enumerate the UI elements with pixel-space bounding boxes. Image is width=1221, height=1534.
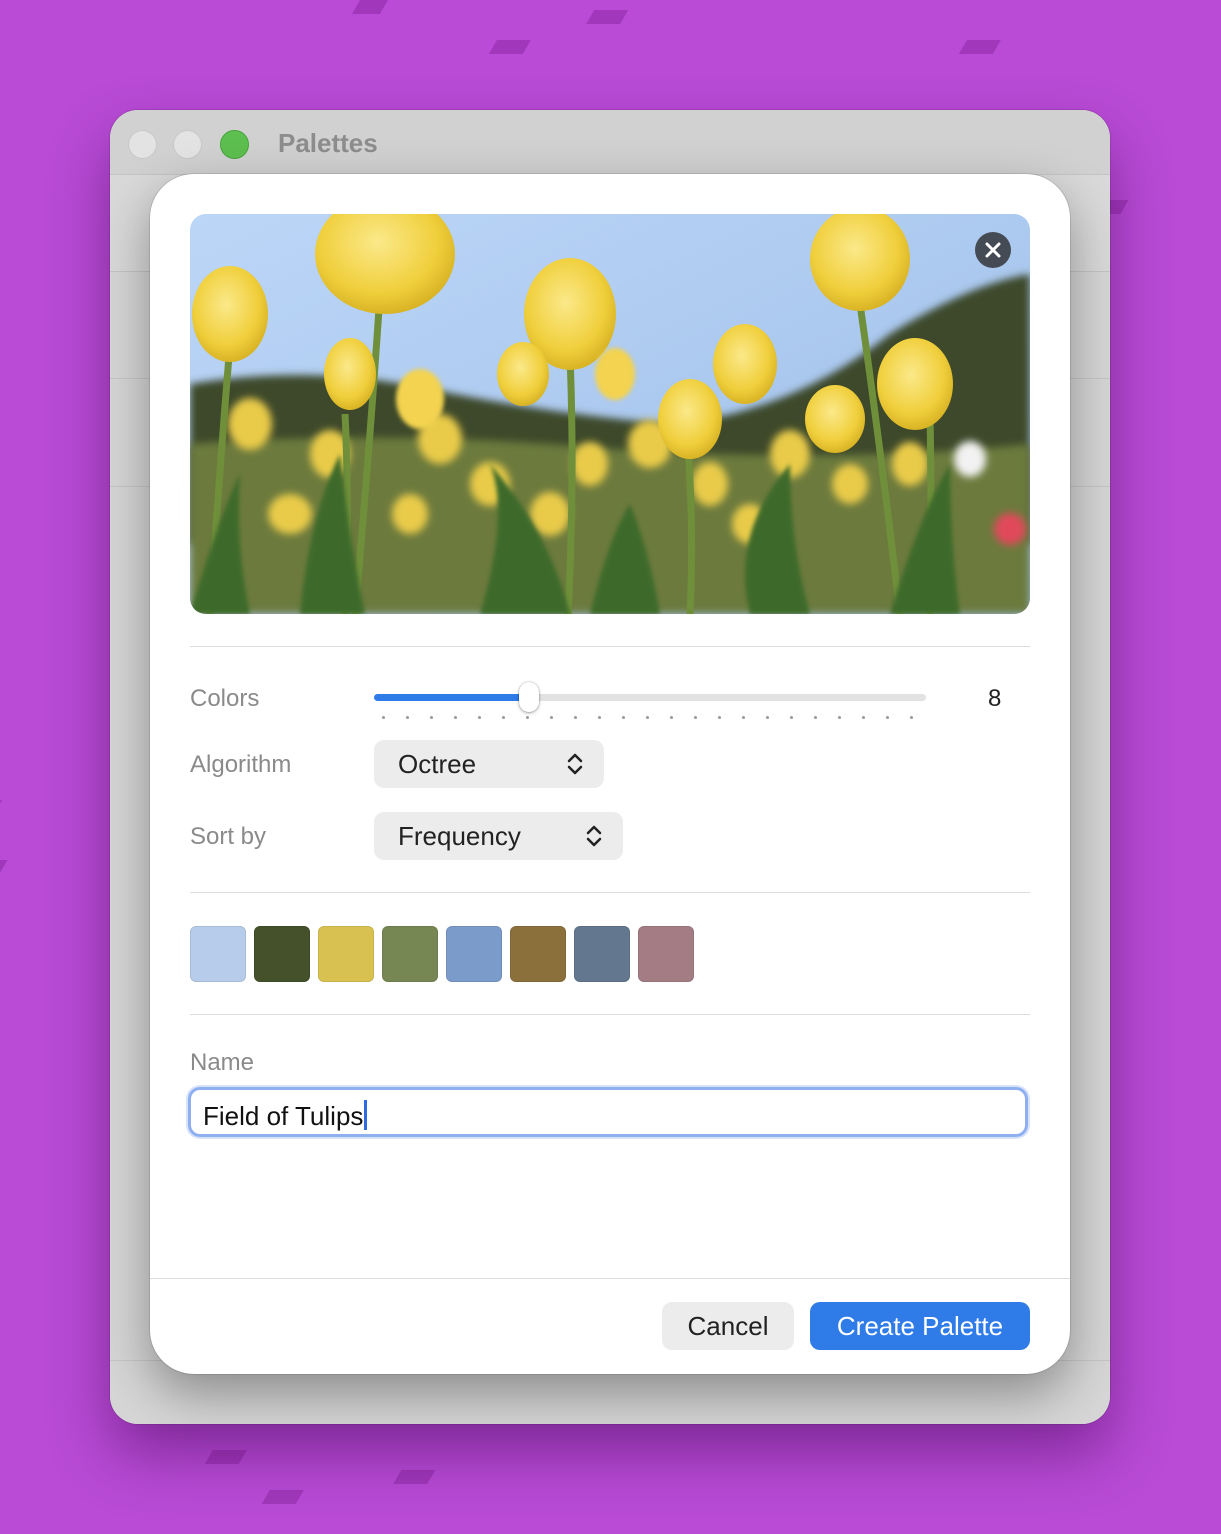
color-swatch[interactable]	[318, 926, 374, 982]
slider-tick	[430, 716, 433, 719]
sort-by-label: Sort by	[190, 823, 267, 850]
slider-tick	[766, 716, 769, 719]
slider-tick	[838, 716, 841, 719]
text-caret	[364, 1100, 368, 1130]
slider-tick	[598, 716, 601, 719]
close-icon	[985, 242, 1001, 258]
window-zoom-button[interactable]	[220, 130, 249, 159]
create-palette-sheet: Colors 8 Algorithm Octree Sort by Freque…	[150, 174, 1070, 1374]
colors-count-value: 8	[988, 685, 1002, 712]
divider	[190, 892, 1030, 893]
window-close-button[interactable]	[128, 130, 157, 159]
slider-tick	[862, 716, 865, 719]
slider-tick	[550, 716, 553, 719]
palette-name-value: Field of Tulips	[203, 1101, 364, 1131]
create-palette-button[interactable]: Create Palette	[810, 1302, 1030, 1350]
divider	[190, 646, 1030, 647]
slider-fill	[374, 694, 529, 701]
sort-by-selected-value: Frequency	[398, 821, 521, 851]
palette-name-field[interactable]: Field of Tulips	[188, 1087, 1028, 1137]
slider-tick	[382, 716, 385, 719]
slider-tick	[694, 716, 697, 719]
window-minimize-button[interactable]	[173, 130, 202, 159]
colors-slider[interactable]	[374, 682, 926, 728]
slider-tick	[646, 716, 649, 719]
sort-by-popup[interactable]: Frequency	[374, 812, 623, 860]
algorithm-selected-value: Octree	[398, 749, 477, 779]
color-swatch[interactable]	[254, 926, 310, 982]
slider-tick	[742, 716, 745, 719]
slider-tick	[670, 716, 673, 719]
color-swatch[interactable]	[638, 926, 694, 982]
slider-tick	[814, 716, 817, 719]
slider-tick	[406, 716, 409, 719]
slider-tick	[790, 716, 793, 719]
colors-label: Colors	[190, 685, 260, 712]
cancel-button[interactable]: Cancel	[662, 1302, 794, 1350]
up-down-chevron-icon	[586, 825, 602, 847]
color-swatch[interactable]	[382, 926, 438, 982]
slider-tick	[526, 716, 529, 719]
name-label: Name	[190, 1049, 255, 1076]
color-swatch[interactable]	[574, 926, 630, 982]
tulip-photo-image	[190, 214, 1030, 614]
color-swatch[interactable]	[510, 926, 566, 982]
window-title: Palettes	[278, 128, 378, 158]
color-swatch[interactable]	[446, 926, 502, 982]
algorithm-label: Algorithm	[190, 751, 292, 778]
slider-tick	[478, 716, 481, 719]
footer-divider	[150, 1278, 1070, 1279]
slider-tick	[502, 716, 505, 719]
color-swatch[interactable]	[190, 926, 246, 982]
slider-tick	[886, 716, 889, 719]
slider-tick	[622, 716, 625, 719]
slider-tick	[718, 716, 721, 719]
algorithm-popup[interactable]: Octree	[374, 740, 604, 788]
remove-photo-button[interactable]	[975, 232, 1011, 268]
up-down-chevron-icon	[567, 753, 583, 775]
slider-tick	[574, 716, 577, 719]
slider-thumb[interactable]	[519, 682, 539, 712]
divider	[190, 1014, 1030, 1015]
source-photo	[190, 214, 1030, 614]
slider-tick	[910, 716, 913, 719]
slider-tick	[454, 716, 457, 719]
title-bar: Palettes	[110, 110, 1110, 174]
